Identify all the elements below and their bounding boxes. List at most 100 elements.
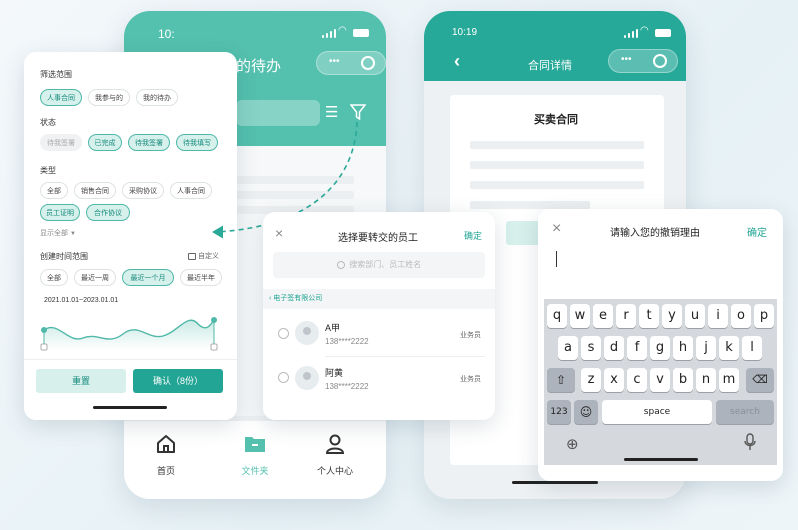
home-indicator xyxy=(624,458,698,461)
panel-title: 请输入您的撤销理由 xyxy=(610,228,700,239)
signal-icon xyxy=(322,29,336,38)
confirm-button[interactable]: 确认（8份） xyxy=(133,369,223,393)
scope-chip[interactable]: 我参与的 xyxy=(88,89,130,106)
nav-item-home[interactable]: 首页 xyxy=(146,433,186,483)
battery-icon xyxy=(655,29,671,37)
type-chip[interactable]: 合作协议 xyxy=(86,204,130,221)
search-key[interactable]: search xyxy=(716,400,774,424)
type-chip[interactable]: 员工证明 xyxy=(40,204,80,221)
status-chip[interactable]: 已完成 xyxy=(88,134,122,151)
key-x[interactable]: x xyxy=(604,368,624,392)
key-s[interactable]: s xyxy=(581,336,601,360)
key-r[interactable]: r xyxy=(616,304,636,328)
chevron-left-icon: ‹ xyxy=(269,295,272,302)
capsule-menu[interactable]: ••• xyxy=(316,51,386,75)
row-divider xyxy=(325,356,485,357)
key-m[interactable]: m xyxy=(719,368,739,392)
key-q[interactable]: q xyxy=(547,304,567,328)
reason-textarea[interactable] xyxy=(552,247,768,297)
battery-icon xyxy=(353,29,369,37)
shift-key[interactable]: ⇧ xyxy=(547,368,575,392)
key-d[interactable]: d xyxy=(604,336,624,360)
capsule-menu[interactable]: ••• xyxy=(608,49,678,73)
company-breadcrumb[interactable]: ‹ 电子签有限公司 xyxy=(263,289,495,309)
search-icon xyxy=(336,261,345,269)
more-icon[interactable]: ••• xyxy=(329,56,340,67)
key-o[interactable]: o xyxy=(731,304,751,328)
key-y[interactable]: y xyxy=(662,304,682,328)
wifi-icon: ◠ xyxy=(640,25,649,36)
target-icon[interactable] xyxy=(361,56,375,70)
nav-item-profile[interactable]: 个人中心 xyxy=(310,433,360,483)
home-indicator xyxy=(93,406,167,409)
type-label: 类型 xyxy=(40,166,56,175)
key-z[interactable]: z xyxy=(581,368,601,392)
folder-icon xyxy=(245,437,265,452)
date-chip[interactable]: 全部 xyxy=(40,269,68,286)
employee-row[interactable]: A甲 138****2222 业务员 xyxy=(263,312,495,356)
search-placeholder: 搜索部门、员工姓名 xyxy=(349,260,422,269)
more-icon[interactable]: ••• xyxy=(621,54,632,65)
home-indicator xyxy=(512,481,598,484)
close-icon[interactable]: × xyxy=(552,220,561,238)
status-chip[interactable]: 待我签署 xyxy=(128,134,170,151)
key-l[interactable]: l xyxy=(742,336,762,360)
employee-row[interactable]: 阿黄 138****2222 业务员 xyxy=(263,360,495,404)
date-chip[interactable]: 最近一个月 xyxy=(122,269,174,286)
numbers-key[interactable]: 123 xyxy=(547,400,571,424)
emoji-key[interactable]: ☺ xyxy=(574,400,598,424)
search-input[interactable]: 搜索部门、员工姓名 xyxy=(273,252,485,278)
show-all-link[interactable]: 显示全部 ▼ xyxy=(40,228,76,238)
type-chip[interactable]: 采购协议 xyxy=(122,182,164,199)
key-t[interactable]: t xyxy=(639,304,659,328)
status-bar: 10:19 ◠ xyxy=(424,11,686,47)
reset-button[interactable]: 重置 xyxy=(36,369,126,393)
key-k[interactable]: k xyxy=(719,336,739,360)
key-e[interactable]: e xyxy=(593,304,613,328)
type-chip[interactable]: 销售合同 xyxy=(74,182,116,199)
key-n[interactable]: n xyxy=(696,368,716,392)
radio-button[interactable] xyxy=(278,328,289,339)
transfer-employee-panel: × 选择要转交的员工 确定 搜索部门、员工姓名 ‹ 电子签有限公司 A甲 138… xyxy=(263,212,495,420)
text-cursor xyxy=(556,251,557,267)
date-range-slider[interactable] xyxy=(38,310,224,354)
scope-chip[interactable]: 人事合同 xyxy=(40,89,82,106)
back-icon[interactable]: ‹ xyxy=(454,51,460,72)
key-p[interactable]: p xyxy=(754,304,774,328)
microphone-icon[interactable] xyxy=(744,433,756,451)
confirm-link[interactable]: 确定 xyxy=(747,224,767,239)
key-f[interactable]: f xyxy=(627,336,647,360)
type-chip[interactable]: 全部 xyxy=(40,182,68,199)
key-h[interactable]: h xyxy=(673,336,693,360)
key-w[interactable]: w xyxy=(570,304,590,328)
scope-chip[interactable]: 我的待办 xyxy=(136,89,178,106)
key-g[interactable]: g xyxy=(650,336,670,360)
key-u[interactable]: u xyxy=(685,304,705,328)
signal-icon xyxy=(624,29,638,38)
status-chip: 待我签署 xyxy=(40,134,82,151)
chevron-down-icon: ▼ xyxy=(69,231,76,237)
globe-icon[interactable]: ⊕ xyxy=(566,435,579,453)
key-a[interactable]: a xyxy=(558,336,578,360)
close-icon[interactable]: × xyxy=(275,225,283,241)
target-icon[interactable] xyxy=(653,54,667,68)
custom-label: 自定义 xyxy=(197,253,219,260)
key-b[interactable]: b xyxy=(673,368,693,392)
space-key[interactable]: space xyxy=(602,400,712,424)
custom-date-button[interactable]: 自定义 xyxy=(188,251,219,261)
employee-role: 业务员 xyxy=(460,376,481,383)
backspace-key[interactable]: ⌫ xyxy=(746,368,774,392)
status-time: 10: xyxy=(158,27,175,41)
panel-title: 选择要转交的员工 xyxy=(338,233,418,244)
company-name: 电子签有限公司 xyxy=(273,295,323,302)
key-v[interactable]: v xyxy=(650,368,670,392)
confirm-link[interactable]: 确定 xyxy=(464,229,482,242)
key-c[interactable]: c xyxy=(627,368,647,392)
date-chip[interactable]: 最近一周 xyxy=(74,269,116,286)
key-i[interactable]: i xyxy=(708,304,728,328)
key-j[interactable]: j xyxy=(696,336,716,360)
nav-item-folder[interactable]: 文件夹 xyxy=(232,433,278,483)
date-chip[interactable]: 最近半年 xyxy=(180,269,222,286)
doc-line xyxy=(470,181,644,189)
radio-button[interactable] xyxy=(278,372,289,383)
